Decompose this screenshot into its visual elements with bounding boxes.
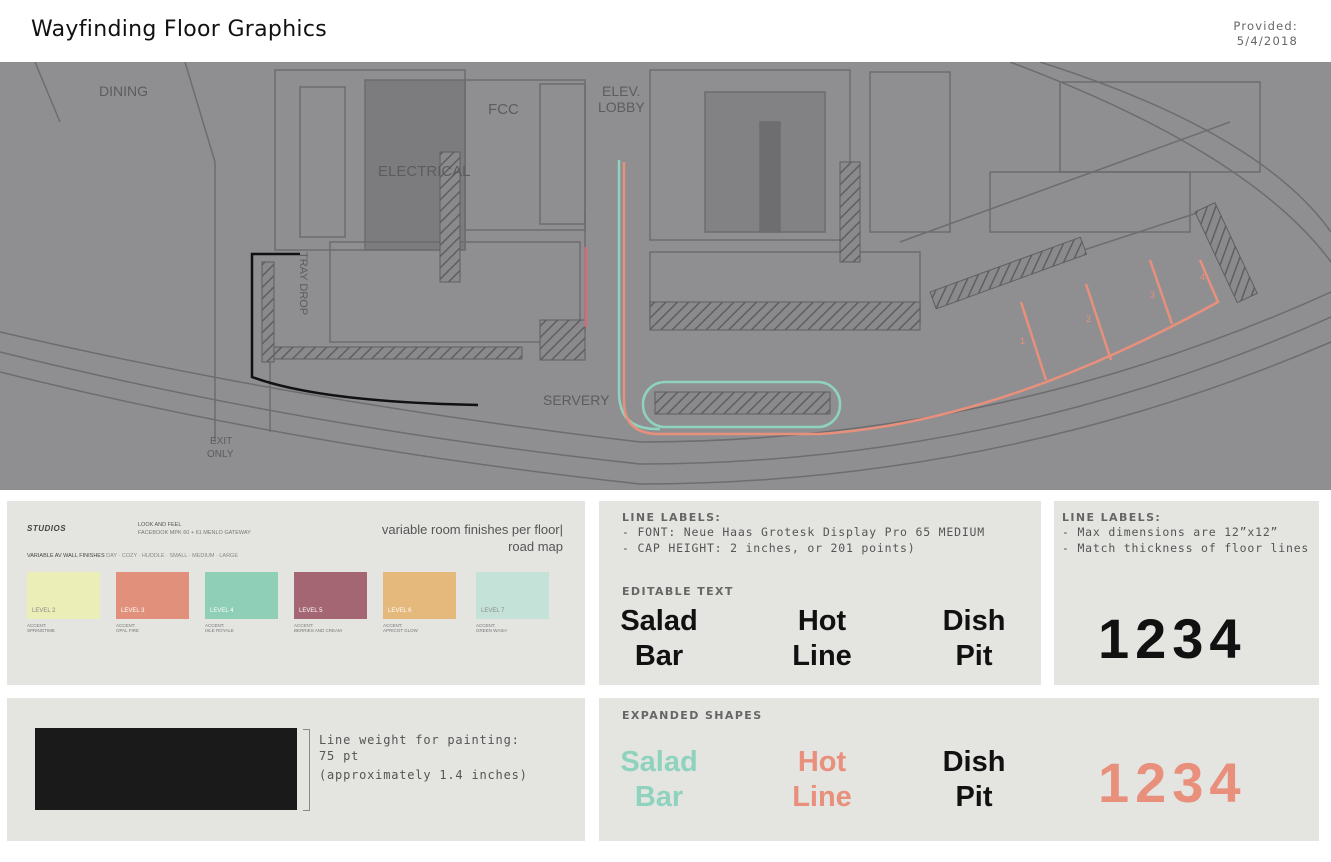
floor-plan: DINING ELECTRICAL FCC ELEV. LOBBY SERVER…	[0, 62, 1331, 490]
match-thickness: - Match thickness of floor lines	[1062, 541, 1310, 555]
swatch-accent: ACCENT: OPAL FIRE	[116, 623, 140, 633]
hot-line-label: Hot Line	[792, 605, 852, 672]
swatch-level: LEVEL 4	[210, 608, 234, 614]
finish-swatch: LEVEL 3	[116, 572, 189, 619]
swatch-accent: ACCENT: SPRINGTIME	[27, 623, 56, 633]
room-exit: EXIT	[210, 436, 232, 447]
dish-pit-shape: Dish Pit	[942, 746, 1006, 813]
swatch-level: LEVEL 3	[121, 608, 145, 614]
cap-height-spec: - CAP HEIGHT: 2 inches, or 201 points)	[622, 541, 916, 555]
finish-swatch: LEVEL 5	[294, 572, 367, 619]
font-spec: - FONT: Neue Haas Grotesk Display Pro 65…	[622, 525, 986, 539]
expanded-shapes-panel: EXPANDED SHAPES Salad Bar Hot Line Dish Pit…	[599, 698, 1319, 841]
swatch-level: LEVEL 6	[388, 608, 412, 614]
swatch-accent: ACCENT: BERRIES AND CREAM	[294, 623, 342, 633]
swatch-accent: ACCENT: GREEN WASH	[476, 623, 507, 633]
swatch-accent: ACCENT: ISLE ROYALE	[205, 623, 234, 633]
look-title: LOOK AND FEEL	[138, 522, 182, 528]
line-weight-panel: Line weight for painting: 75 pt (approxi…	[7, 698, 585, 841]
salad-bar-shape: Salad Bar	[620, 746, 698, 813]
station-marker-1: 1	[1020, 336, 1025, 346]
room-servery: SERVERY	[543, 392, 610, 408]
brand-logo: STUDIOS	[27, 524, 67, 533]
number-labels-title: LINE LABELS:	[1062, 511, 1162, 524]
line-labels-title: LINE LABELS:	[622, 511, 722, 524]
swatch-level: LEVEL 5	[299, 608, 323, 614]
line-weight-label: Line weight for painting:	[319, 733, 520, 747]
editable-text-title: EDITABLE TEXT	[622, 585, 734, 598]
line-weight-approx: (approximately 1.4 inches)	[319, 768, 528, 782]
room-dining: DINING	[99, 83, 148, 99]
room-only: ONLY	[207, 449, 234, 460]
station-marker-3: 3	[1150, 290, 1155, 300]
provided-label: Provided:	[1233, 19, 1298, 33]
station-marker-2: 2	[1086, 314, 1091, 324]
provided-date: 5/4/2018	[1236, 34, 1298, 48]
station-numbers-shape: 1234	[1098, 751, 1247, 814]
room-electrical: ELECTRICAL	[378, 163, 471, 180]
room-elev: ELEV.	[602, 83, 640, 99]
room-lobby: LOBBY	[598, 99, 645, 115]
line-weight-sample	[35, 728, 297, 810]
expanded-shapes-title: EXPANDED SHAPES	[622, 709, 763, 722]
finish-swatch: LEVEL 7	[476, 572, 549, 619]
room-tray-drop: TRAY DROP	[297, 252, 309, 315]
salad-bar-label: Salad Bar	[620, 605, 698, 672]
floor-plan-drawing: DINING ELECTRICAL FCC ELEV. LOBBY SERVER…	[0, 62, 1331, 485]
page-title: Wayfinding Floor Graphics	[31, 17, 328, 42]
finishes-panel: STUDIOS LOOK AND FEEL FACEBOOK MPK 60 + …	[7, 501, 585, 685]
number-labels-panel: LINE LABELS: - Max dimensions are 12”x12…	[1054, 501, 1319, 685]
station-numbers: 1234	[1098, 607, 1247, 670]
finish-swatch: LEVEL 4	[205, 572, 278, 619]
finish-swatch: LEVEL 2	[27, 572, 100, 619]
swatch-level: LEVEL 2	[32, 608, 56, 614]
dish-pit-label: Dish Pit	[942, 605, 1006, 672]
finishes-heading: variable room finishes per floor|	[381, 522, 563, 537]
provided-info: Provided: 5/4/2018	[1233, 19, 1298, 49]
line-weight-value: 75 pt	[319, 749, 360, 763]
line-labels-panel: LINE LABELS: - FONT: Neue Haas Grotesk D…	[599, 501, 1041, 685]
line-weight-bracket	[303, 729, 310, 811]
station-marker-4: 4	[1200, 272, 1205, 282]
room-fcc: FCC	[488, 101, 519, 118]
swatch-accent: ACCENT: APRICOT GLOW	[383, 623, 418, 633]
look-sub: FACEBOOK MPK 60 + 61 MENLO GATEWAY	[138, 530, 251, 536]
wall-finishes-title: VARIABLE AV WALL FINISHES DAY · COZY · H…	[27, 553, 238, 559]
finishes-subheading: road map	[508, 539, 563, 554]
swatch-level: LEVEL 7	[481, 608, 505, 614]
hot-line-shape: Hot Line	[792, 746, 852, 813]
finish-swatch: LEVEL 6	[383, 572, 456, 619]
max-dimensions: - Max dimensions are 12”x12”	[1062, 525, 1279, 539]
